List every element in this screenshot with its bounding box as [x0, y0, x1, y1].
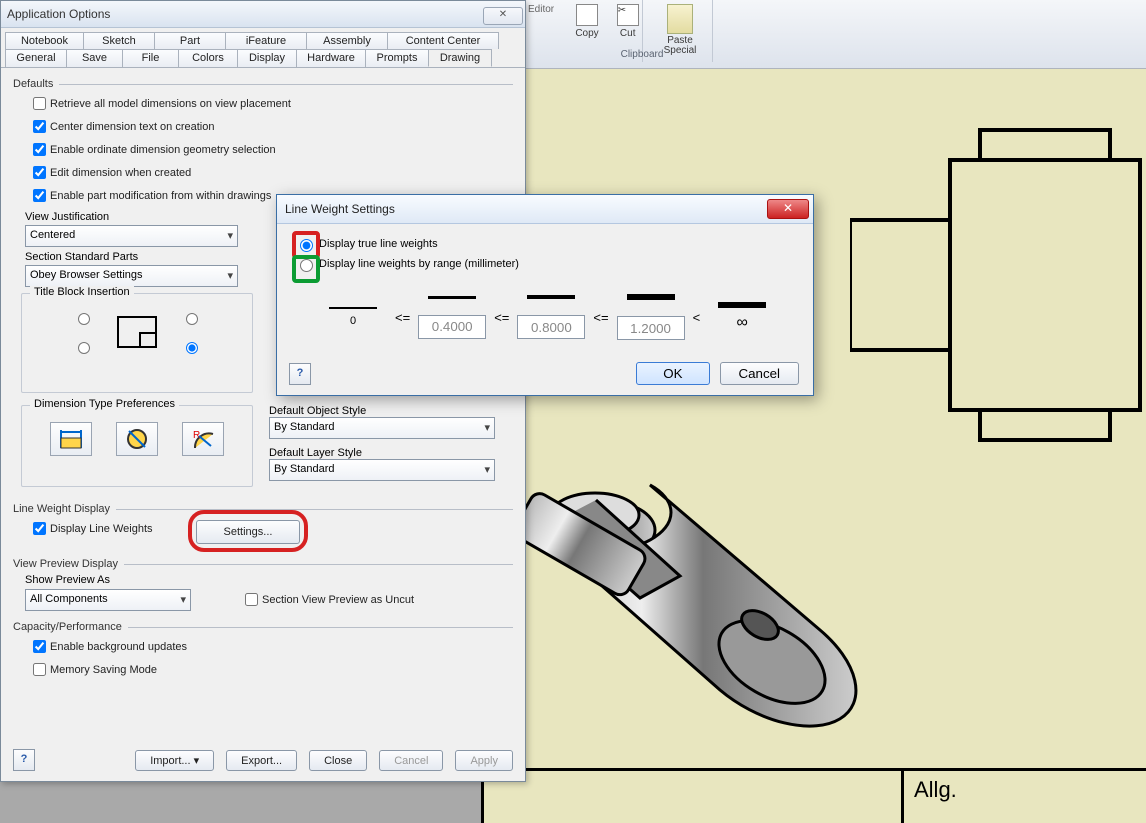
- tab-display[interactable]: Display: [237, 49, 297, 67]
- title-block-allg: Allg.: [901, 771, 1146, 823]
- dim-pref-linear-icon[interactable]: [50, 422, 92, 456]
- tab-hardware[interactable]: Hardware: [296, 49, 366, 67]
- lw-title-text: Line Weight Settings: [285, 202, 395, 216]
- apply-button[interactable]: Apply: [455, 750, 513, 771]
- ribbon: Editor Copy ✂ Cut Paste Special Clipboar…: [480, 0, 1146, 69]
- drawing-title-block: Allg.: [481, 768, 1146, 823]
- editor-label: Editor: [528, 4, 554, 15]
- tabs-row-2: General Save File Colors Display Hardwar…: [1, 49, 525, 67]
- cancel-button[interactable]: Cancel: [379, 750, 443, 771]
- title-block-radio-br[interactable]: [186, 342, 198, 354]
- chk-ordinate-dim[interactable]: [33, 143, 46, 156]
- export-button[interactable]: Export...: [226, 750, 297, 771]
- default-layer-label: Default Layer Style: [269, 447, 513, 459]
- lw-cancel-button[interactable]: Cancel: [720, 362, 800, 385]
- chk-display-line-weights[interactable]: [33, 522, 46, 535]
- lw-input-2[interactable]: [517, 315, 585, 339]
- title-block-group: Title Block Insertion: [21, 293, 253, 393]
- title-block-radio-tr[interactable]: [186, 313, 198, 325]
- tab-notebook[interactable]: Notebook: [5, 32, 84, 49]
- tabs-row-1: Notebook Sketch Part iFeature Assembly C…: [1, 28, 525, 49]
- canvas-part-3d: [510, 430, 870, 770]
- dialog-title: Application Options: [7, 7, 110, 21]
- help-button[interactable]: ?: [13, 749, 35, 771]
- tab-sketch[interactable]: Sketch: [83, 32, 155, 49]
- tab-save[interactable]: Save: [66, 49, 123, 67]
- dim-pref-diameter-icon[interactable]: [116, 422, 158, 456]
- show-preview-label: Show Preview As: [25, 574, 513, 586]
- lw-close-button[interactable]: ✕: [767, 199, 809, 219]
- radio-range-label: Display line weights by range (millimete…: [319, 258, 519, 270]
- lw-help-button[interactable]: ?: [289, 363, 311, 385]
- cut-button[interactable]: ✂ Cut: [611, 2, 645, 41]
- dim-pref-group: Dimension Type Preferences R: [21, 405, 253, 487]
- title-block-radio-tl[interactable]: [78, 313, 90, 325]
- section-std-combo[interactable]: Obey Browser Settings: [25, 265, 238, 287]
- tab-colors[interactable]: Colors: [178, 49, 238, 67]
- dialog-close-button[interactable]: ✕: [483, 7, 523, 25]
- chk-part-mod[interactable]: [33, 189, 46, 202]
- tab-general[interactable]: General: [5, 49, 67, 67]
- clipboard-group-label: Clipboard: [572, 49, 712, 60]
- tab-drawing[interactable]: Drawing: [428, 49, 492, 67]
- chk-edit-dim-created[interactable]: [33, 166, 46, 179]
- tab-content-center[interactable]: Content Center: [387, 32, 499, 49]
- lw-input-1[interactable]: [418, 315, 486, 339]
- import-button[interactable]: Import... ▾: [135, 750, 214, 771]
- lw-titlebar[interactable]: Line Weight Settings ✕: [277, 195, 813, 224]
- tab-part[interactable]: Part: [154, 32, 226, 49]
- chk-retrieve-dims[interactable]: [33, 97, 46, 110]
- view-justification-combo[interactable]: Centered: [25, 225, 238, 247]
- canvas-part-side: [850, 110, 1146, 450]
- chk-bg-updates[interactable]: [33, 640, 46, 653]
- capacity-head: Capacity/Performance: [13, 621, 122, 633]
- line-weight-head: Line Weight Display: [13, 503, 110, 515]
- defaults-head: Defaults: [13, 78, 53, 90]
- show-preview-combo[interactable]: All Components: [25, 589, 191, 611]
- cut-icon: ✂: [617, 4, 639, 26]
- tab-file[interactable]: File: [122, 49, 179, 67]
- dim-pref-radius-icon[interactable]: R: [182, 422, 224, 456]
- copy-button[interactable]: Copy: [569, 2, 604, 41]
- lw-input-3[interactable]: [617, 316, 685, 340]
- title-block-radio-bl[interactable]: [78, 342, 90, 354]
- tab-prompts[interactable]: Prompts: [365, 49, 429, 67]
- chk-center-dim-text[interactable]: [33, 120, 46, 133]
- lw-ok-button[interactable]: OK: [636, 362, 709, 385]
- copy-icon: [576, 4, 598, 26]
- annotation-green-box-radio2: [292, 255, 320, 283]
- ribbon-paste-group: Paste Special Clipboard: [648, 0, 713, 62]
- paste-icon: [667, 4, 693, 34]
- dialog-titlebar[interactable]: Application Options ✕: [1, 1, 525, 28]
- chk-mem-saving[interactable]: [33, 663, 46, 676]
- lw-range-row: 0 <= <= <= < ∞: [295, 294, 795, 340]
- view-preview-head: View Preview Display: [13, 558, 118, 570]
- tab-ifeature[interactable]: iFeature: [225, 32, 307, 49]
- svg-text:R: R: [193, 430, 200, 441]
- tab-assembly[interactable]: Assembly: [306, 32, 388, 49]
- radio-true-label: Display true line weights: [319, 238, 438, 250]
- annotation-red-circle-settings: [188, 510, 308, 552]
- close-button[interactable]: Close: [309, 750, 367, 771]
- default-obj-combo[interactable]: By Standard: [269, 417, 495, 439]
- default-obj-label: Default Object Style: [269, 405, 513, 417]
- chk-section-uncut[interactable]: [245, 593, 258, 606]
- default-layer-combo[interactable]: By Standard: [269, 459, 495, 481]
- line-weight-settings-dialog: Line Weight Settings ✕ Display true line…: [276, 194, 814, 396]
- title-block-shape-icon: [117, 316, 157, 348]
